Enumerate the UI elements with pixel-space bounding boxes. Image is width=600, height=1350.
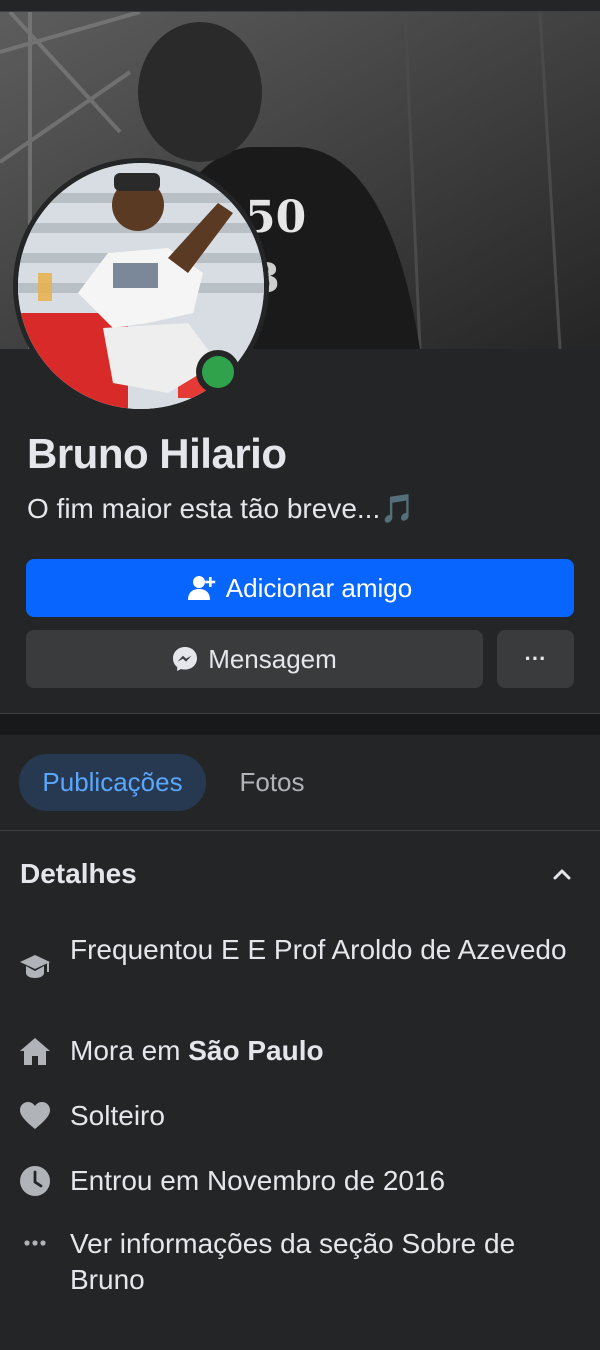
heart-icon — [18, 1099, 52, 1133]
more-dots-icon — [18, 1226, 52, 1260]
clock-icon — [18, 1164, 52, 1198]
messenger-icon — [172, 646, 198, 672]
message-label: Mensagem — [208, 643, 337, 674]
detail-joined-text: Entrou em Novembro de 2016 — [70, 1165, 446, 1196]
online-status-indicator — [196, 350, 240, 394]
bio-text: O fim maior esta tão breve... — [27, 493, 381, 524]
music-note-emoji: 🎵 — [380, 493, 416, 524]
profile-name: Bruno Hilario — [27, 430, 287, 477]
tab-publicacoes[interactable]: Publicações — [19, 754, 206, 811]
message-button[interactable]: Mensagem — [26, 630, 483, 688]
location-prefix: Mora em — [70, 1035, 189, 1066]
add-friend-label: Adicionar amigo — [225, 572, 413, 603]
profile-bio: O fim maior esta tão breve...🎵 — [27, 492, 415, 525]
section-divider — [0, 713, 600, 735]
chevron-up-icon[interactable] — [548, 860, 576, 888]
more-options-label: ··· — [524, 646, 547, 671]
detail-education-text: Frequentou E E Prof Aroldo de Azevedo — [70, 934, 567, 965]
detail-relationship: Solteiro — [0, 1098, 600, 1138]
tab-fotos[interactable]: Fotos — [220, 754, 324, 811]
detail-education: Frequentou E E Prof Aroldo de Azevedo — [0, 932, 600, 1008]
see-about-link[interactable]: Ver informações da seção Sobre de Bruno — [70, 1226, 580, 1298]
detail-relationship-text: Solteiro — [70, 1100, 165, 1131]
detail-see-about[interactable]: Ver informações da seção Sobre de Bruno — [0, 1226, 600, 1302]
detail-location-text: Mora em São Paulo — [70, 1033, 580, 1069]
top-edge — [0, 0, 600, 12]
location-city[interactable]: São Paulo — [188, 1035, 323, 1066]
detail-joined: Entrou em Novembro de 2016 — [0, 1163, 600, 1203]
details-heading: Detalhes — [20, 858, 137, 889]
add-friend-icon — [187, 575, 216, 601]
more-options-button[interactable]: ··· — [497, 630, 574, 688]
add-friend-button[interactable]: Adicionar amigo — [26, 559, 574, 617]
graduation-cap-icon — [18, 950, 52, 984]
profile-tabs: Publicações Fotos — [0, 735, 600, 831]
home-icon — [18, 1034, 52, 1068]
detail-location: Mora em São Paulo — [0, 1033, 600, 1073]
